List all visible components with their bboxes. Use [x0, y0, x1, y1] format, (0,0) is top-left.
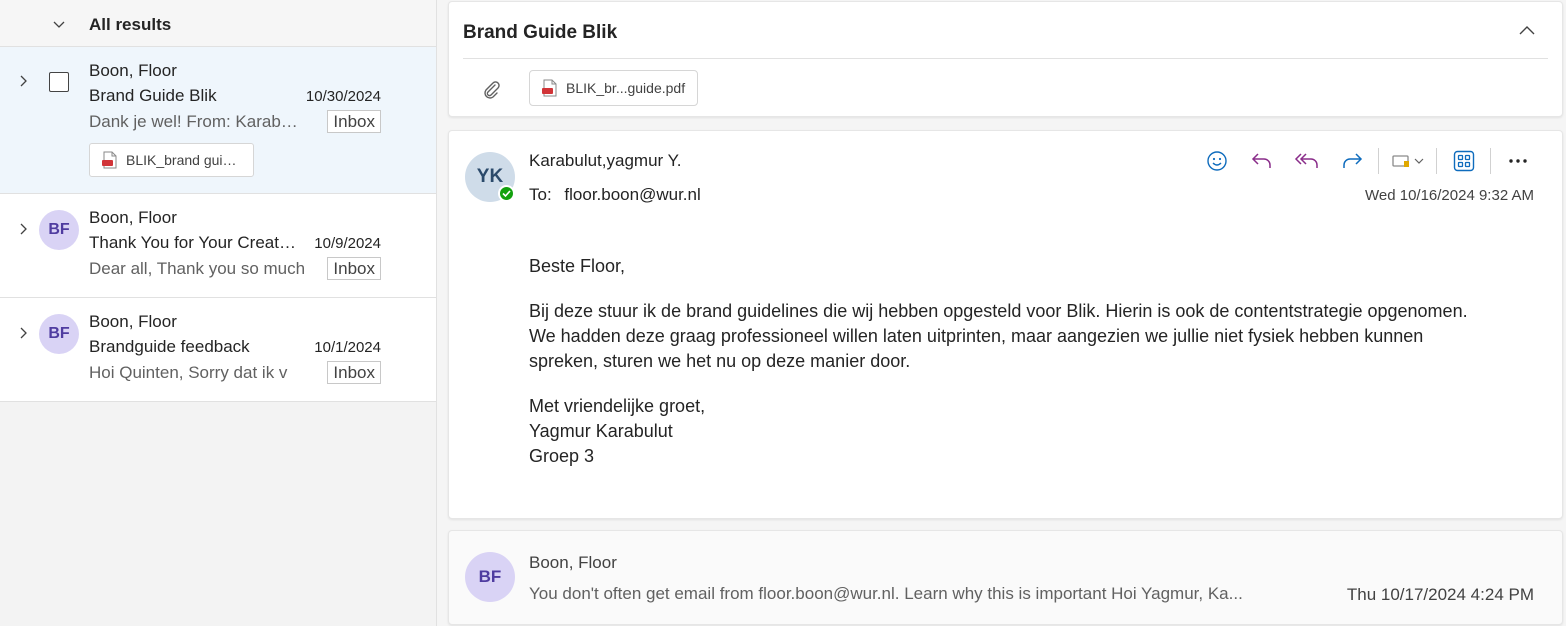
signature-group: Groep 3: [529, 446, 595, 466]
message-preview: Dear all, Thank you so much: [89, 259, 306, 278]
reply-all-button[interactable]: [1289, 147, 1325, 175]
conversation-header: Brand Guide Blik BLIK_br...guide.pdf: [448, 1, 1563, 117]
message-body: Beste Floor, Bij deze stuur ik de brand …: [529, 254, 1489, 469]
message-subject: Thank You for Your Creative Work: [89, 233, 297, 252]
reading-pane: Brand Guide Blik BLIK_br...guide.pdf YK …: [438, 0, 1566, 626]
apps-button[interactable]: [1446, 147, 1482, 175]
select-checkbox[interactable]: [49, 72, 69, 92]
message-subject: Brandguide feedback: [89, 337, 250, 356]
toolbar-separator: [1436, 148, 1437, 174]
message-preview: You don't often get email from floor.boo…: [529, 584, 1243, 603]
attachment-name: BLIK_brand guidelines.pdf: [126, 152, 238, 168]
toolbar-separator: [1490, 148, 1491, 174]
avatar: BF: [39, 210, 79, 250]
signature-closing: Met vriendelijke groet,: [529, 396, 706, 416]
message-sender: Boon, Floor: [89, 312, 177, 331]
chevron-right-icon[interactable]: [17, 74, 31, 88]
collapsed-message-card[interactable]: BF Boon, Floor You don't often get email…: [448, 530, 1563, 625]
chevron-down-icon[interactable]: [51, 16, 67, 32]
message-timestamp: Thu 10/17/2024 4:24 PM: [1346, 585, 1534, 604]
message-date: 10/9/2024: [314, 235, 381, 252]
more-icon: [1509, 159, 1527, 163]
message-sender: Boon, Floor: [89, 208, 177, 227]
recipient[interactable]: floor.boon@wur.nl: [564, 185, 700, 204]
avatar: BF: [465, 552, 515, 602]
paperclip-icon: [484, 81, 500, 99]
message-card: YK Karabulut,yagmur Y. To: floor.boon@wu…: [448, 130, 1563, 519]
divider: [463, 58, 1548, 59]
emoji-icon: [1207, 151, 1227, 171]
apps-icon: [1453, 150, 1475, 172]
recipients-row: To: floor.boon@wur.nl: [529, 185, 701, 205]
chevron-right-icon[interactable]: [17, 222, 31, 236]
to-label: To:: [529, 185, 552, 204]
message-list-item[interactable]: Boon, Floor Brand Guide Blik 10/30/2024 …: [0, 47, 436, 194]
message-toolbar: [1190, 147, 1536, 175]
folder-badge: Inbox: [327, 257, 381, 280]
message-list-pane: All results Boon, Floor Brand Guide Blik…: [0, 0, 437, 626]
more-actions-button[interactable]: [1500, 147, 1536, 175]
body-paragraph: Bij deze stuur ik de brand guidelines di…: [529, 301, 1468, 371]
message-timestamp: Wed 10/16/2024 9:32 AM: [1364, 187, 1534, 204]
body-greeting: Beste Floor,: [529, 256, 626, 276]
message-date: 10/30/2024: [305, 88, 381, 105]
results-header[interactable]: All results: [0, 0, 436, 47]
forward-button[interactable]: [1334, 147, 1370, 175]
body-signature: Met vriendelijke groet, Yagmur Karabulut…: [529, 394, 1489, 469]
reply-icon: [1251, 153, 1271, 168]
message-sender: Boon, Floor: [89, 61, 177, 80]
pdf-icon: [542, 79, 557, 97]
forward-icon: [1343, 153, 1363, 168]
conversation-subject: Brand Guide Blik: [463, 22, 618, 43]
message-preview: Dank je wel! From: Karabulut,yagmur Y.: [89, 112, 304, 131]
reply-all-icon: [1294, 153, 1318, 168]
message-preview: Hoi Quinten, Sorry dat ik v: [89, 363, 288, 382]
message-subject: Brand Guide Blik: [89, 86, 217, 105]
attachment-name: BLIK_br...guide.pdf: [566, 80, 686, 96]
message-list-item[interactable]: BF Boon, Floor Brandguide feedback 10/1/…: [0, 298, 436, 402]
pdf-icon: [102, 151, 117, 169]
attachment-chip[interactable]: BLIK_br...guide.pdf: [529, 70, 698, 106]
folder-badge: Inbox: [327, 361, 381, 384]
avatar: BF: [39, 314, 79, 354]
chevron-right-icon[interactable]: [17, 326, 31, 340]
reply-button[interactable]: [1244, 147, 1280, 175]
message-date: 10/1/2024: [314, 339, 381, 356]
react-button[interactable]: [1199, 147, 1235, 175]
message-from: Boon, Floor: [529, 553, 617, 572]
signature-name: Yagmur Karabulut: [529, 421, 673, 441]
tag-icon: [1392, 155, 1424, 167]
message-from[interactable]: Karabulut,yagmur Y.: [529, 151, 681, 171]
presence-available-icon: [498, 185, 515, 202]
chevron-up-icon[interactable]: [1518, 23, 1536, 37]
toolbar-separator: [1378, 148, 1379, 174]
tag-dropdown-button[interactable]: [1388, 147, 1428, 175]
attachment-chip[interactable]: BLIK_brand guidelines.pdf: [89, 143, 254, 177]
folder-badge: Inbox: [327, 110, 381, 133]
results-header-title: All results: [89, 15, 172, 34]
message-list-item[interactable]: BF Boon, Floor Thank You for Your Creati…: [0, 194, 436, 298]
